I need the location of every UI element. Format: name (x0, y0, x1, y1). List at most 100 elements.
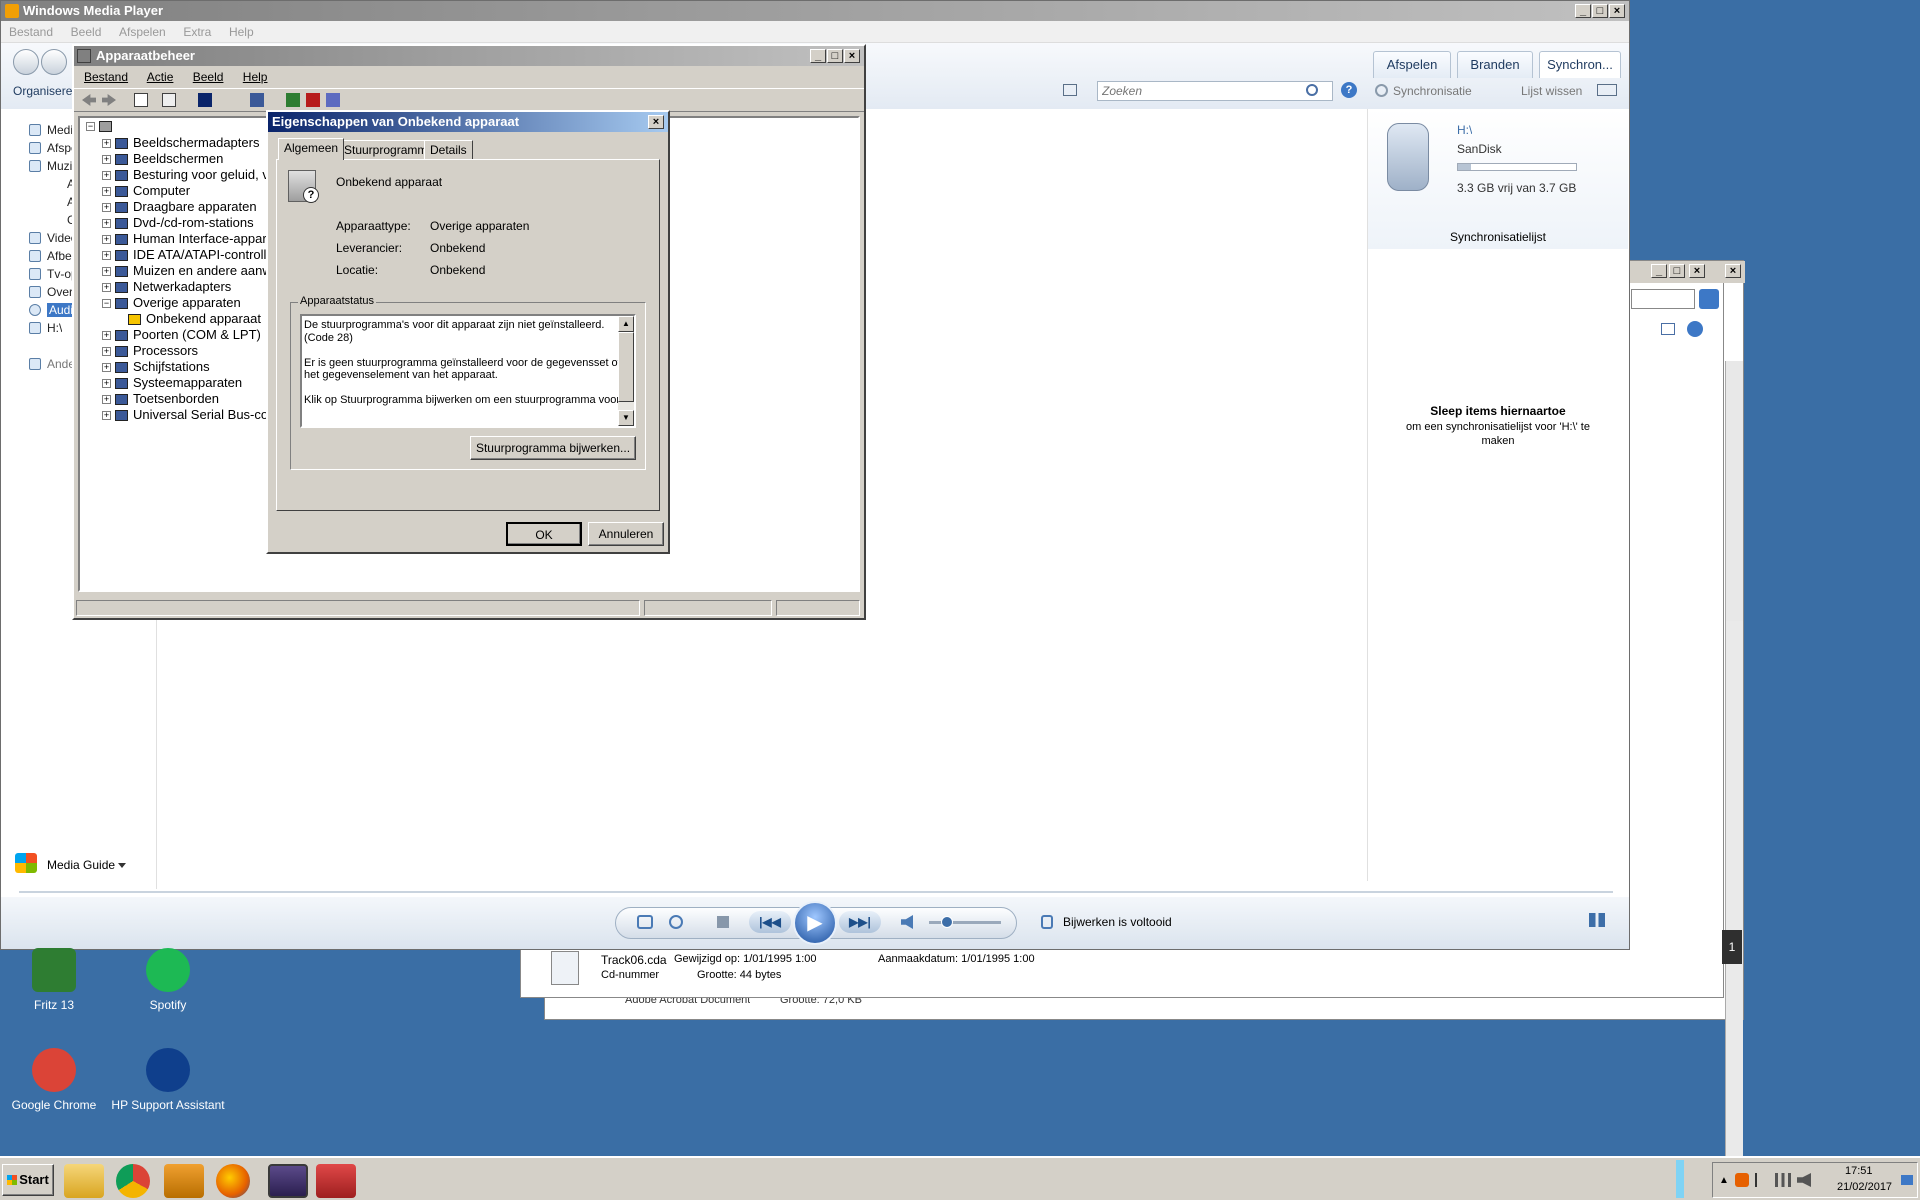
minimize-icon[interactable]: _ (1651, 264, 1667, 278)
scroll-up-icon[interactable]: ▲ (618, 316, 634, 332)
menu-beeld[interactable]: Beeld (71, 25, 102, 39)
tree-item[interactable]: + Besturing voor geluid, vide (102, 167, 286, 183)
seek-bar[interactable] (19, 891, 1613, 893)
desktop-icon-hp-support[interactable]: HP Support Assistant (110, 1048, 226, 1112)
plus-icon[interactable]: + (102, 379, 111, 389)
update-driver-icon[interactable] (286, 93, 300, 107)
device-name[interactable]: H:\ (1457, 123, 1472, 137)
tab-branden[interactable]: Branden (1457, 51, 1533, 78)
file-name[interactable]: Track06.cda (601, 953, 667, 967)
tree-item[interactable]: + Netwerkadapters (102, 279, 231, 295)
scroll-down-icon[interactable]: ▼ (618, 410, 634, 426)
cancel-button[interactable]: Annuleren (588, 522, 664, 546)
sync-label[interactable]: Synchronisatie (1393, 84, 1472, 98)
search-icon[interactable] (1306, 84, 1318, 96)
tree-item[interactable]: Onbekend apparaat (128, 311, 261, 327)
status-textbox[interactable]: De stuurprogramma's voor dit apparaat zi… (300, 314, 636, 428)
back-icon[interactable] (82, 94, 96, 106)
menu-help[interactable]: Help (229, 25, 254, 39)
tree-item[interactable]: + Poorten (COM & LPT) (102, 327, 261, 343)
dm-menu-beeld[interactable]: Beeld (193, 70, 224, 84)
dm-menu-help[interactable]: Help (243, 70, 268, 84)
scroll-thumb[interactable] (618, 332, 634, 402)
plus-icon[interactable]: + (102, 187, 111, 197)
plus-icon[interactable]: + (102, 347, 111, 357)
volume-slider[interactable] (929, 921, 1001, 924)
dm-menu-bestand[interactable]: Bestand (84, 70, 128, 84)
tab-algemeen[interactable]: Algemeen (278, 138, 345, 160)
plus-icon[interactable]: + (102, 411, 111, 421)
view-icon[interactable] (1661, 323, 1675, 335)
clear-list-button[interactable]: Lijst wissen (1521, 84, 1582, 98)
maximize-icon[interactable]: □ (1669, 264, 1685, 278)
chevron-up-icon[interactable]: ▲ (1719, 1175, 1729, 1186)
plus-icon[interactable]: + (102, 363, 111, 373)
previous-icon[interactable]: |◀◀ (749, 911, 791, 933)
tree-item[interactable]: + Universal Serial Bus-contro (102, 407, 291, 423)
desktop-icon-spotify[interactable]: Spotify (120, 948, 216, 1012)
plus-icon[interactable]: + (102, 395, 111, 405)
uninstall-device-icon[interactable] (326, 93, 340, 107)
maximize-icon[interactable]: □ (1592, 4, 1608, 18)
nav-device[interactable]: H:\ (47, 321, 62, 335)
device-manager-taskbar-icon[interactable] (268, 1164, 308, 1198)
list-icon[interactable] (162, 93, 176, 107)
plus-icon[interactable]: + (102, 203, 111, 213)
clock-date[interactable]: 21/02/2017 (1837, 1181, 1892, 1193)
tree-item[interactable]: + Draagbare apparaten (102, 199, 257, 215)
update-driver-button[interactable]: Stuurprogramma bijwerken... (470, 436, 636, 460)
maximize-icon[interactable]: □ (827, 49, 843, 63)
help-icon[interactable]: ? (1341, 82, 1357, 98)
nav-pictures[interactable]: Afbe (47, 249, 72, 263)
nav-other[interactable]: Over (47, 285, 73, 299)
tab-afspelen[interactable]: Afspelen (1373, 51, 1451, 78)
desktop-icon-fritz[interactable]: Fritz 13 (6, 948, 102, 1012)
tree-item[interactable]: + Toetsenborden (102, 391, 219, 407)
forward-icon[interactable] (102, 94, 116, 106)
plus-icon[interactable]: + (102, 251, 111, 261)
minimize-icon[interactable]: _ (1575, 4, 1591, 18)
repeat-icon[interactable] (669, 915, 683, 929)
stop-icon[interactable] (717, 916, 729, 928)
forward-button[interactable] (41, 49, 67, 75)
tree-item[interactable]: + Beeldschermen (102, 151, 223, 167)
network-icon[interactable] (1775, 1173, 1791, 1187)
close-icon[interactable]: × (1609, 4, 1625, 18)
media-player-taskbar-icon[interactable] (164, 1164, 204, 1198)
plus-icon[interactable]: + (102, 283, 111, 293)
desktop-icon-chrome[interactable]: Google Chrome (6, 1048, 102, 1112)
switch-view-icon[interactable] (1589, 913, 1605, 927)
disable-device-icon[interactable] (306, 93, 320, 107)
help-icon[interactable] (198, 93, 212, 107)
tree-item[interactable]: − Overige apparaten (102, 295, 241, 311)
search-box[interactable] (1097, 81, 1333, 101)
tree-item[interactable]: + IDE ATA/ATAPI-controllers (102, 247, 284, 263)
tree-item[interactable]: + Muizen en andere aanwijsa (102, 263, 291, 279)
plus-icon[interactable]: + (102, 331, 111, 341)
tree-item[interactable]: + Schijfstations (102, 359, 210, 375)
plus-icon[interactable]: + (102, 219, 111, 229)
toolbox-taskbar-icon[interactable] (316, 1164, 356, 1198)
nav-media[interactable]: Medi (47, 123, 73, 137)
clock-time[interactable]: 17:51 (1845, 1165, 1873, 1177)
dm-menu-actie[interactable]: Actie (147, 70, 174, 84)
tray-app-icon[interactable] (1735, 1173, 1749, 1187)
firefox-taskbar-icon[interactable] (216, 1164, 250, 1198)
plus-icon[interactable]: + (102, 155, 111, 165)
properties-icon[interactable] (134, 93, 148, 107)
play-icon[interactable]: ▶ (793, 901, 837, 945)
shuffle-icon[interactable] (637, 915, 653, 929)
ok-button[interactable]: OK (506, 522, 582, 546)
status-scrollbar[interactable]: ▲ ▼ (618, 316, 634, 426)
view-options-icon[interactable] (1063, 84, 1077, 96)
next-icon[interactable]: ▶▶| (839, 911, 881, 933)
menu-extra[interactable]: Extra (183, 25, 211, 39)
tab-synchroniseren[interactable]: Synchron... (1539, 51, 1621, 78)
close-icon[interactable]: × (1689, 264, 1705, 278)
show-desktop-icon[interactable] (1901, 1175, 1913, 1185)
search-input[interactable] (1098, 82, 1298, 100)
help-icon[interactable] (1687, 321, 1703, 337)
organize-button[interactable]: Organiseren (13, 84, 79, 98)
close-icon[interactable]: × (844, 49, 860, 63)
minus-icon[interactable]: − (102, 299, 111, 309)
